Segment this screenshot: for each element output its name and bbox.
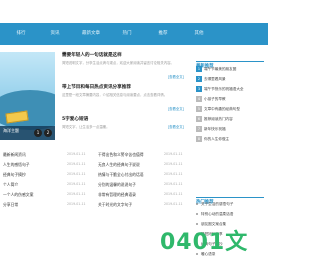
list-item-title: 无良人生的经典句子说说 [98, 162, 140, 167]
sidebar-item[interactable]: 2 去哪里看风景 [196, 76, 264, 84]
sidebar-item[interactable]: 3 端午节快乐的祝福语大全 [196, 86, 264, 94]
bullet-icon [196, 213, 198, 215]
hot-item[interactable]: 特别心动的温柔话语 [196, 212, 264, 220]
sidebar-item[interactable]: 4 小孩子的早教 [196, 96, 264, 104]
article-item[interactable]: 需要年轻人的一句话就是这样 简短说明文字，分享生活点滴与观点，欢迎大家阅读并留言… [62, 52, 190, 79]
list-item[interactable]: 非常有哲理的经典语录 2019-01-11 [98, 192, 190, 201]
list-item-date: 2019-01-11 [67, 182, 86, 186]
rank-badge: 1 [196, 66, 202, 72]
rank-badge: 5 [196, 106, 202, 112]
list-item-title: 分享日常 [3, 202, 19, 207]
nav-item-hot[interactable]: 热门 [112, 23, 142, 45]
list-item-date: 2019-01-11 [67, 202, 86, 206]
list-item-date: 2019-01-11 [164, 182, 183, 186]
list-item-date: 2019-01-11 [164, 162, 183, 166]
rank-badge: 7 [196, 126, 202, 132]
rank-badge: 8 [196, 136, 202, 142]
nav-item-other[interactable]: 其他 [184, 23, 214, 45]
read-more-link[interactable]: [查看全文] [168, 124, 184, 129]
list-item-title: 关于时光的文字句子 [98, 202, 133, 207]
list-item[interactable]: 最新新闻资讯 2019-01-11 [3, 152, 93, 161]
article-title[interactable]: 需要年轻人的一句话就是这样 [62, 52, 190, 58]
list-item-title: 分别的温馨的说说句子 [98, 182, 136, 187]
list-item-date: 2019-01-11 [164, 172, 183, 176]
sidebar-item[interactable]: 5 文章中有趣的经典句型 [196, 106, 264, 114]
hot-item-label: 特别心动的温柔话语 [201, 212, 234, 216]
sidebar-item-label: 小孩子的早教 [204, 97, 226, 101]
sidebar-item[interactable]: 8 你的人生你做主 [196, 136, 264, 144]
list-item-title: 经典句子摘抄 [3, 172, 26, 177]
main-nav: 排行 资讯 最新文章 热门 推荐 其他 [0, 23, 268, 45]
nav-item-news[interactable]: 资讯 [40, 23, 70, 45]
list-item[interactable]: 个人简介 2019-01-11 [3, 182, 93, 191]
list-item-date: 2019-01-11 [67, 192, 86, 196]
list-item-date: 2019-01-11 [67, 172, 86, 176]
list-item[interactable]: 分别的温馨的说说句子 2019-01-11 [98, 182, 190, 191]
list-item[interactable]: 热情与干脆全心付出的话语 2019-01-11 [98, 172, 190, 181]
list-item-title: 非常有哲理的经典语录 [98, 192, 136, 197]
article-title[interactable]: 5字爱心短语 [62, 116, 190, 122]
list-item-title: 人生的感悟句子 [3, 162, 30, 167]
hot-item[interactable]: 关于生活的感悟句子 [196, 202, 264, 210]
image-slider[interactable]: 海洋主题 1 2 [0, 52, 55, 140]
rank-badge: 4 [196, 96, 202, 102]
list-item[interactable]: 人生的感悟句子 2019-01-11 [3, 162, 93, 171]
slide-caption: 海洋主题 [3, 128, 19, 133]
list-item-date: 2019-01-11 [67, 152, 86, 156]
list-item[interactable]: 经典句子摘抄 2019-01-11 [3, 172, 93, 181]
article-item[interactable]: 5字爱心短语 简短文字，让生活多一点温暖。 [查看全文] [62, 116, 190, 130]
list-item-date: 2019-01-11 [67, 162, 86, 166]
sidebar-latest-heading: 最新推荐 [196, 52, 264, 69]
article-desc: 简短说明文字，分享生活点滴与观点，欢迎大家阅读并留言讨论相关内容。 [62, 61, 174, 65]
article-title[interactable]: 带上节目和每日热点资讯分享推荐 [62, 84, 190, 90]
list-item-date: 2019-01-11 [164, 152, 183, 156]
nav-item-latest[interactable]: 最新文章 [76, 23, 106, 45]
list-item-title: 一个人的伤感文案 [3, 192, 34, 197]
sidebar-item[interactable]: 1 端午节最美的朋友圈 [196, 66, 264, 74]
sidebar-item-label: 新年快乐祝福 [204, 127, 226, 131]
list-item-date: 2019-01-11 [164, 202, 183, 206]
sidebar-item[interactable]: 7 新年快乐祝福 [196, 126, 264, 134]
list-item[interactable]: 分享日常 2019-01-11 [3, 202, 93, 211]
list-item[interactable]: 关于时光的文字句子 2019-01-11 [98, 202, 190, 211]
watermark-text: 0401文章网 [160, 230, 249, 255]
article-desc: 这里是一段文章摘要内容，介绍相关信息与阅读要点，点击查看详情。 [62, 93, 168, 97]
list-item-title: 干得出色和义警辛苦也值得 [98, 152, 144, 157]
list-item[interactable]: 干得出色和义警辛苦也值得 2019-01-11 [98, 152, 190, 161]
list-item-title: 个人简介 [3, 182, 19, 187]
rank-badge: 2 [196, 76, 202, 82]
bullet-icon [196, 203, 198, 205]
sidebar-item-label: 去哪里看风景 [204, 77, 226, 81]
sidebar-item[interactable]: 6 推荐阅读热门内容 [196, 116, 264, 124]
slider-dot-1[interactable]: 1 [34, 129, 42, 137]
article-item[interactable]: 带上节目和每日热点资讯分享推荐 这里是一段文章摘要内容，介绍相关信息与阅读要点，… [62, 84, 190, 111]
list-item[interactable]: 无良人生的经典句子说说 2019-01-11 [98, 162, 190, 171]
nav-item-ranking[interactable]: 排行 [6, 23, 36, 45]
rank-badge: 6 [196, 116, 202, 122]
list-item-title: 最新新闻资讯 [3, 152, 26, 157]
sidebar-hot-heading: 热门推荐 [196, 188, 264, 205]
list-item-title: 热情与干脆全心付出的话语 [98, 172, 144, 177]
read-more-link[interactable]: [查看全文] [168, 74, 184, 79]
rank-badge: 3 [196, 86, 202, 92]
sidebar-item-label: 文章中有趣的经典句型 [204, 107, 240, 111]
top-strip [0, 0, 268, 23]
sidebar-item-label: 你的人生你做主 [204, 137, 230, 141]
sidebar-item-label: 端午节最美的朋友圈 [204, 67, 237, 71]
sidebar-item-label: 推荐阅读热门内容 [204, 117, 233, 121]
watermark-logo: 0401文章网 [160, 224, 268, 255]
list-item[interactable]: 一个人的伤感文案 2019-01-11 [3, 192, 93, 201]
list-item-date: 2019-01-11 [164, 192, 183, 196]
read-more-link[interactable]: [查看全文] [168, 106, 184, 111]
hot-item-label: 关于生活的感悟句子 [201, 202, 234, 206]
slide-hill [0, 90, 55, 130]
slider-dot-2[interactable]: 2 [44, 129, 52, 137]
sidebar-item-label: 端午节快乐的祝福语大全 [204, 87, 244, 91]
nav-item-recommend[interactable]: 推荐 [148, 23, 178, 45]
